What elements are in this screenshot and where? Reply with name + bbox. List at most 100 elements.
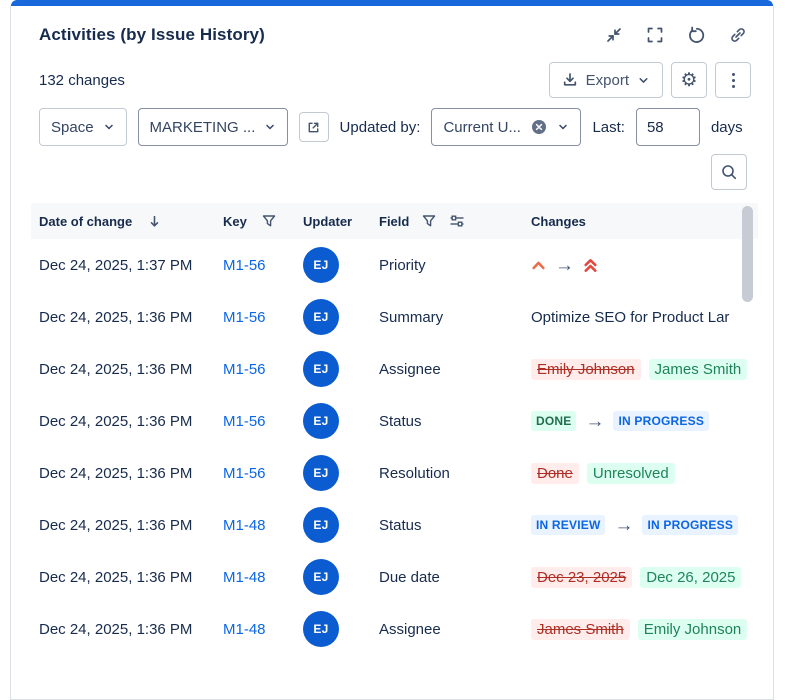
search-icon [720,163,738,181]
changes-cell: IN REVIEW→IN PROGRESS [531,515,758,535]
fullscreen-icon[interactable] [646,26,664,44]
issue-key-link[interactable]: M1-56 [223,413,266,430]
added-value: Unresolved [587,463,675,484]
chevron-down-icon [264,121,276,133]
table-header-row: Date of change Key [31,203,758,239]
table-row: Dec 24, 2025, 1:36 PMM1-48 EJ StatusIN REV… [31,499,758,551]
added-value: Emily Johnson [638,619,748,640]
table-row: Dec 24, 2025, 1:36 PMM1-48EJDue dateDec … [31,551,758,603]
field-cell: Resolution [379,465,531,482]
updated-by-value: Current U... [443,119,521,136]
date-cell: Dec 24, 2025, 1:36 PM [39,465,223,482]
open-project-button[interactable] [299,112,329,142]
date-cell: Dec 24, 2025, 1:36 PM [39,517,223,534]
chevron-down-icon [637,74,650,87]
changes-cell: Done Unresolved [531,463,758,484]
priority-high-icon [531,259,546,271]
field-cell: Summary [379,309,531,326]
updater-avatar[interactable]: EJ [303,455,339,491]
project-dropdown-value: MARKETING ... [150,119,255,136]
days-label: days [711,119,743,136]
column-header-key[interactable]: Key [223,214,247,229]
key-filter-icon[interactable] [262,214,276,228]
external-link-icon [306,120,321,135]
removed-value: James Smith [531,619,630,640]
field-filter-icon[interactable] [422,214,436,228]
field-cell: Due date [379,569,531,586]
more-options-button[interactable] [715,62,751,98]
activities-table: Date of change Key [31,203,758,655]
changes-cell: → [531,256,758,275]
date-cell: Dec 24, 2025, 1:36 PM [39,309,223,326]
search-button[interactable] [711,154,747,190]
issue-key-link[interactable]: M1-48 [223,569,266,586]
column-header-changes: Changes [531,214,586,229]
space-dropdown[interactable]: Space [39,108,127,146]
updated-by-dropdown[interactable]: Current U... [431,108,581,146]
project-dropdown[interactable]: MARKETING ... [138,108,288,146]
field-cell: Status [379,517,531,534]
column-header-field[interactable]: Field [379,214,409,229]
collapse-icon[interactable] [605,26,623,44]
issue-key-link[interactable]: M1-56 [223,309,266,326]
activities-gadget: Activities (by Issue History) [10,0,774,700]
updated-by-label: Updated by: [340,119,421,136]
table-body: Dec 24, 2025, 1:37 PMM1-56EJPriority→Dec… [31,239,758,655]
change-arrow-icon: → [584,412,605,431]
table-row: Dec 24, 2025, 1:36 PMM1-56 EJ SummaryOptim… [31,291,758,343]
last-label: Last: [592,119,625,136]
change-arrow-icon: → [554,256,575,275]
updater-avatar[interactable]: EJ [303,403,339,439]
updater-avatar[interactable]: EJ [303,559,339,595]
link-icon[interactable] [729,26,747,44]
sort-descending-icon[interactable] [147,214,162,229]
changes-cell: James Smith Emily Johnson [531,619,758,640]
changes-cell: Optimize SEO for Product Lar [531,309,758,326]
column-header-updater[interactable]: Updater [303,214,352,229]
field-cell: Status [379,413,531,430]
date-cell: Dec 24, 2025, 1:36 PM [39,621,223,638]
table-row: Dec 24, 2025, 1:36 PMM1-56 EJ AssigneeEmil… [31,343,758,395]
settings-button[interactable]: ⚙ [671,62,707,98]
issue-key-link[interactable]: M1-48 [223,517,266,534]
last-days-input[interactable] [636,108,700,146]
refresh-icon[interactable] [687,26,706,45]
status-badge-old: IN REVIEW [531,515,605,535]
export-label: Export [586,72,629,89]
date-cell: Dec 24, 2025, 1:36 PM [39,413,223,430]
added-value: James Smith [649,359,748,380]
field-cell: Assignee [379,361,531,378]
changes-cell: Dec 23, 2025Dec 26, 2025 [531,567,758,588]
updater-avatar[interactable]: EJ [303,247,339,283]
table-row: Dec 24, 2025, 1:36 PMM1-56EJStatusDONE→I… [31,395,758,447]
field-settings-icon[interactable] [449,213,465,229]
added-value: Dec 26, 2025 [640,567,741,588]
space-dropdown-label: Space [51,119,94,136]
column-header-date[interactable]: Date of change [39,214,132,229]
clear-filter-icon[interactable] [531,119,547,135]
gadget-accent-bar [11,0,773,6]
issue-key-link[interactable]: M1-56 [223,257,266,274]
updater-avatar[interactable]: EJ [303,351,339,387]
removed-value: Done [531,463,579,484]
change-arrow-icon: → [613,516,634,535]
issue-key-link[interactable]: M1-48 [223,621,266,638]
changes-cell: Emily Johnson James Smith [531,359,758,380]
issue-key-link[interactable]: M1-56 [223,361,266,378]
kebab-icon [732,73,735,88]
changes-count: 132 changes [39,72,125,89]
vertical-scrollbar[interactable] [742,206,753,302]
issue-key-link[interactable]: M1-56 [223,465,266,482]
updater-avatar[interactable]: EJ [303,507,339,543]
chevron-down-icon [557,121,569,133]
export-button[interactable]: Export [549,62,663,98]
page-title: Activities (by Issue History) [39,25,265,45]
date-cell: Dec 24, 2025, 1:36 PM [39,361,223,378]
updater-avatar[interactable]: EJ [303,299,339,335]
updater-avatar[interactable]: EJ [303,611,339,647]
field-cell: Priority [379,257,531,274]
status-badge-new: IN PROGRESS [613,411,709,431]
field-cell: Assignee [379,621,531,638]
chevron-down-icon [103,121,115,133]
removed-value: Emily Johnson [531,359,641,380]
